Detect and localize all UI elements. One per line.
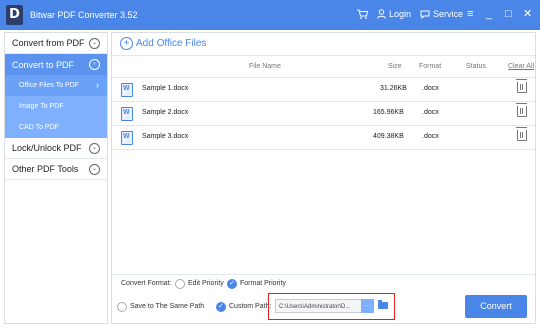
edit-priority-label: Edit Priority — [188, 280, 224, 287]
sidebar-group-label: Convert to PDF — [12, 59, 75, 70]
trash-icon[interactable] — [516, 127, 527, 141]
output-path-row: Save to The Same Path Custom Path: C:\Us… — [112, 292, 535, 323]
trash-icon[interactable] — [516, 79, 527, 93]
chevron-right-icon: › — [96, 80, 99, 90]
chat-icon — [420, 10, 430, 19]
service-label: Service — [433, 9, 464, 19]
hamburger-icon[interactable]: ≡ — [467, 7, 473, 21]
sidebar-group-label: Convert from PDF — [12, 38, 85, 48]
file-format: .docx — [422, 85, 439, 92]
chevron-down-icon: ⌄ — [89, 164, 100, 175]
plus-icon: + — [120, 37, 133, 50]
sidebar-item-cad-to-pdf[interactable]: CAD To PDF — [5, 117, 107, 138]
file-size: 165.96KB — [373, 109, 404, 116]
convert-button[interactable]: Convert — [465, 295, 527, 318]
edit-priority-radio[interactable] — [175, 279, 185, 289]
format-priority-label: Format Priority — [240, 280, 286, 287]
highlight-box — [268, 293, 395, 320]
sidebar-item-label: CAD To PDF — [19, 124, 59, 131]
maximize-button[interactable]: □ — [505, 7, 512, 21]
close-button[interactable]: ✕ — [523, 7, 532, 21]
title-bar: D Bitwar PDF Converter 3.52 Login Servic… — [0, 0, 540, 30]
sidebar-item-label: Office Files To PDF — [19, 82, 80, 89]
convert-format-label: Convert Format: — [121, 280, 172, 287]
sidebar-group-other-pdf-tools[interactable]: Other PDF Tools ⌄ — [5, 159, 107, 180]
column-file-name: File Name — [249, 63, 281, 70]
file-format: .docx — [422, 109, 439, 116]
login-button[interactable]: Login — [377, 9, 411, 19]
sidebar-item-label: Image To PDF — [19, 103, 64, 110]
app-logo: D — [6, 5, 23, 25]
clear-all-link[interactable]: Clear All — [508, 63, 534, 70]
same-path-radio[interactable] — [117, 302, 127, 312]
chevron-down-icon: ⌄ — [89, 143, 100, 154]
file-name: Sample 3.docx — [142, 133, 189, 140]
sidebar-group-label: Lock/Unlock PDF — [12, 143, 82, 153]
sidebar-group-label: Other PDF Tools — [12, 164, 79, 174]
file-name: Sample 2.docx — [142, 109, 189, 116]
file-name: Sample 1.docx — [142, 85, 189, 92]
format-priority-radio[interactable] — [227, 279, 237, 289]
word-file-icon — [121, 131, 133, 145]
table-row[interactable]: Sample 1.docx 31.26KB .docx — [112, 77, 535, 102]
file-table-header: File Name Size Format Status Clear All — [112, 55, 535, 78]
add-label: Add Office Files — [136, 38, 207, 49]
sidebar: Convert from PDF ⌄ Convert to PDF › Offi… — [4, 32, 108, 324]
trash-icon[interactable] — [516, 103, 527, 117]
sidebar-group-convert-from-pdf[interactable]: Convert from PDF ⌄ — [5, 33, 107, 54]
table-row[interactable]: Sample 3.docx 409.38KB .docx — [112, 125, 535, 150]
column-status: Status — [466, 63, 486, 70]
sidebar-group-convert-to-pdf[interactable]: Convert to PDF › — [5, 54, 107, 75]
sidebar-item-office-files-to-pdf[interactable]: Office Files To PDF › — [5, 75, 107, 96]
cart-icon[interactable] — [357, 9, 368, 19]
column-size: Size — [388, 63, 402, 70]
main-panel: + Add Office Files File Name Size Format… — [111, 32, 536, 324]
chevron-right-icon: › — [89, 59, 100, 70]
login-label: Login — [389, 9, 412, 19]
table-row[interactable]: Sample 2.docx 165.96KB .docx — [112, 101, 535, 126]
file-size: 409.38KB — [373, 133, 404, 140]
word-file-icon — [121, 83, 133, 97]
file-format: .docx — [422, 133, 439, 140]
custom-path-radio[interactable] — [216, 302, 226, 312]
word-file-icon — [121, 107, 133, 121]
chevron-down-icon: ⌄ — [89, 38, 100, 49]
column-format: Format — [419, 63, 442, 70]
sidebar-item-image-to-pdf[interactable]: Image To PDF — [5, 96, 107, 117]
custom-path-label: Custom Path: — [229, 303, 272, 310]
user-icon — [377, 9, 386, 19]
file-size: 31.26KB — [380, 85, 407, 92]
add-office-files-button[interactable]: + Add Office Files — [120, 37, 206, 50]
same-path-label: Save to The Same Path — [130, 303, 205, 310]
sidebar-group-lock-unlock-pdf[interactable]: Lock/Unlock PDF ⌄ — [5, 138, 107, 159]
convert-format-row: Convert Format: Edit Priority Format Pri… — [112, 274, 535, 293]
service-button[interactable]: Service — [420, 9, 463, 19]
app-title: Bitwar PDF Converter 3.52 — [30, 10, 138, 20]
minimize-button[interactable]: _ — [486, 7, 492, 21]
